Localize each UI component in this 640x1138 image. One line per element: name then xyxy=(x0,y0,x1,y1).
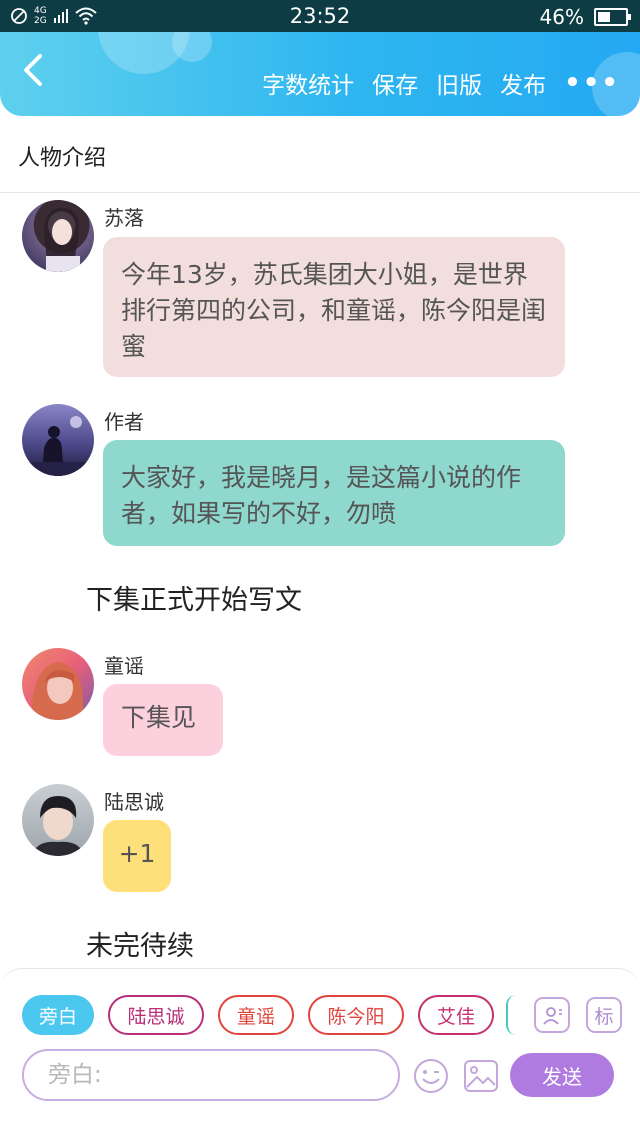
sender-name: 陆思诚 xyxy=(104,790,164,814)
role-chip-tongyao[interactable]: 童谣 xyxy=(218,995,294,1035)
message-bubble[interactable]: 下集见 xyxy=(103,684,223,756)
narration-text[interactable]: 未完待续 xyxy=(86,924,194,963)
tag-button[interactable]: 标 xyxy=(586,997,622,1033)
word-count-button[interactable]: 字数统计 xyxy=(262,66,354,100)
person-card-icon xyxy=(543,1007,562,1025)
battery-fill xyxy=(598,12,610,22)
narration-text[interactable]: 下集正式开始写文 xyxy=(86,578,302,617)
send-button[interactable]: 发送 xyxy=(510,1053,614,1097)
divider xyxy=(0,192,640,193)
message-bubble[interactable]: 大家好，我是晓月，是这篇小说的作者，如果写的不好，勿喷 xyxy=(103,440,565,546)
sender-name: 作者 xyxy=(104,410,144,434)
avatar-tongyao[interactable] xyxy=(22,648,94,720)
image-icon[interactable] xyxy=(462,1057,500,1095)
chevron-left-icon xyxy=(24,54,42,86)
message-input[interactable] xyxy=(22,1049,400,1101)
character-manage-button[interactable] xyxy=(534,997,570,1033)
battery-percent: 46% xyxy=(539,5,584,29)
bottom-strip xyxy=(0,1102,640,1138)
top-nav: 字数统计 保存 旧版 发布 ••• xyxy=(0,32,640,116)
role-chip-aijia[interactable]: 艾佳 xyxy=(418,995,494,1035)
section-title: 人物介绍 xyxy=(18,146,107,171)
save-button[interactable]: 保存 xyxy=(372,66,418,100)
avatar-silhouette xyxy=(22,416,94,476)
avatar-author[interactable] xyxy=(22,404,94,476)
battery-icon xyxy=(594,8,631,26)
role-chip-overflow[interactable] xyxy=(506,995,516,1035)
emoji-icon[interactable] xyxy=(412,1057,450,1095)
avatar-lusicheng[interactable] xyxy=(22,784,94,856)
role-chip-chenjinyang[interactable]: 陈今阳 xyxy=(308,995,404,1035)
avatar-suluo[interactable] xyxy=(22,200,94,272)
role-chips: 旁白 陆思诚 童谣 陈今阳 艾佳 xyxy=(22,995,494,1035)
role-chip-narrator[interactable]: 旁白 xyxy=(22,995,94,1035)
old-version-button[interactable]: 旧版 xyxy=(436,66,482,100)
composer-panel: 旁白 陆思诚 童谣 陈今阳 艾佳 标 发送 xyxy=(0,968,640,1102)
role-chip-lusicheng[interactable]: 陆思诚 xyxy=(108,995,204,1035)
back-button[interactable] xyxy=(18,50,58,94)
publish-button[interactable]: 发布 xyxy=(500,66,546,100)
more-button[interactable]: ••• xyxy=(564,70,620,96)
avatar-portrait xyxy=(31,662,83,720)
message-bubble[interactable]: +1 xyxy=(103,820,171,892)
status-bar: 4G 2G 23:52 46% xyxy=(0,0,640,32)
sender-name: 童谣 xyxy=(104,654,144,678)
message-bubble[interactable]: 今年13岁，苏氏集团大小姐，是世界排行第四的公司，和童谣，陈今阳是闺蜜 xyxy=(103,237,565,377)
avatar-portrait xyxy=(44,207,80,272)
sender-name: 苏落 xyxy=(104,206,144,230)
avatar-portrait xyxy=(32,796,84,856)
